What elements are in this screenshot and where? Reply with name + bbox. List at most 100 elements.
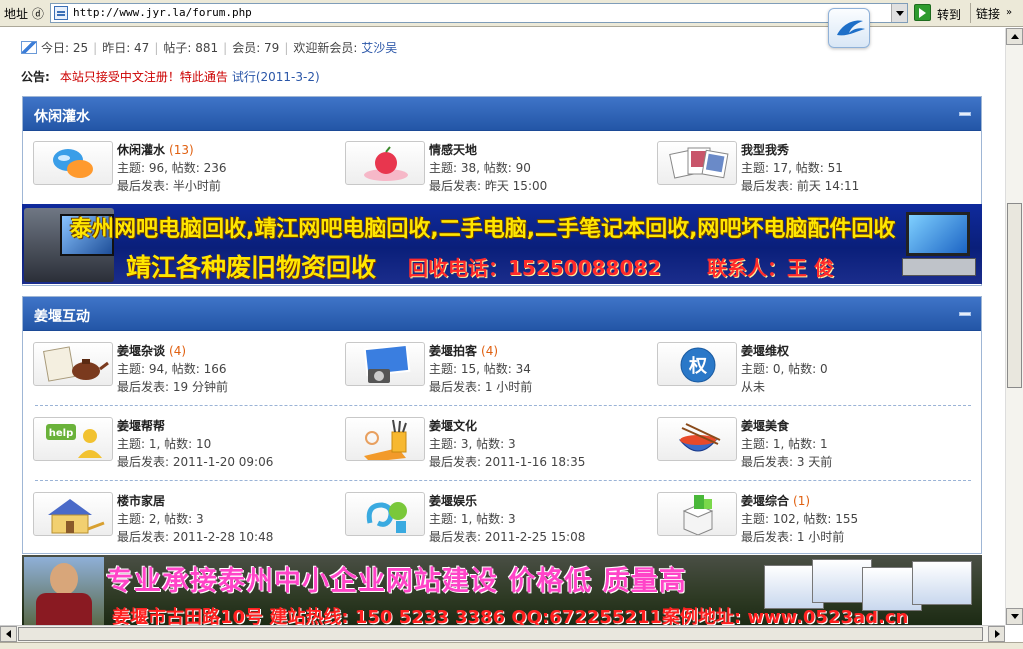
- camera-icon[interactable]: [345, 342, 425, 386]
- svg-text:权: 权: [688, 355, 708, 377]
- announcement: 公告: 本站只接受中文注册！特此通告 试行(2011-3-2): [21, 68, 320, 85]
- forum-last-post: 最后发表: 半小时前: [117, 179, 221, 193]
- forum-name[interactable]: 姜堰拍客 (4): [429, 342, 498, 359]
- forum-name[interactable]: 休闲灌水 (13): [117, 141, 194, 158]
- forum-stats: 主题: 38, 帖数: 90: [429, 161, 531, 175]
- forum-stats: 主题: 94, 帖数: 166: [117, 362, 227, 376]
- forum-name[interactable]: 姜堰美食: [741, 417, 793, 434]
- forum-item[interactable]: 情感天地 主题: 38, 帖数: 90 最后发表: 昨天 15:00: [345, 139, 645, 199]
- forum-stats: 主题: 2, 帖数: 3: [117, 512, 204, 526]
- banner-headline: 专业承接泰州中小企业网站建设 价格低 质量高: [106, 566, 687, 597]
- forum-name[interactable]: 姜堰文化: [429, 417, 481, 434]
- forum-item[interactable]: 权 姜堰维权 主题: 0, 帖数: 0 从未: [657, 340, 957, 400]
- box-icon[interactable]: [657, 492, 737, 536]
- collapse-icon[interactable]: [959, 112, 971, 116]
- forum-name[interactable]: 姜堰维权: [741, 342, 793, 359]
- scroll-right-button[interactable]: [988, 626, 1005, 642]
- new-count: (1): [793, 494, 811, 508]
- floating-logo-icon[interactable]: [828, 8, 870, 48]
- forum-stats: 主题: 96, 帖数: 236: [117, 161, 227, 175]
- forum-name[interactable]: 情感天地: [429, 141, 481, 158]
- section-header: 姜堰互动: [23, 297, 981, 331]
- forum-last-post: 最后发表: 2011-2-28 10:48: [117, 530, 274, 544]
- links-button[interactable]: 链接: [976, 5, 1000, 22]
- forum-last-post: 从未: [741, 380, 766, 394]
- music-icon[interactable]: [345, 492, 425, 536]
- teapot-icon[interactable]: [33, 342, 113, 386]
- stats-chart-icon: [21, 41, 37, 54]
- row-divider: [35, 480, 971, 481]
- forum-name[interactable]: 姜堰杂谈 (4): [117, 342, 186, 359]
- forum-last-post: 最后发表: 2011-1-20 09:06: [117, 455, 274, 469]
- chevron-right-icon[interactable]: »: [1006, 7, 1012, 18]
- status-bar: [0, 642, 1023, 649]
- forum-last-post: 最后发表: 前天 14:11: [741, 179, 860, 193]
- forum-last-post: 最后发表: 1 小时前: [429, 380, 533, 394]
- scroll-up-button[interactable]: [1006, 28, 1023, 45]
- forum-item[interactable]: 姜堰综合 (1) 主题: 102, 帖数: 155 最后发表: 1 小时前: [657, 490, 957, 550]
- food-bowl-icon[interactable]: [657, 417, 737, 461]
- pens-icon[interactable]: [345, 417, 425, 461]
- svg-text:help: help: [49, 428, 74, 439]
- person-photo: [24, 557, 104, 625]
- forum-last-post: 最后发表: 昨天 15:00: [429, 179, 548, 193]
- horizontal-scroll-thumb[interactable]: [18, 627, 983, 641]
- new-count: (13): [169, 143, 194, 157]
- forum-item[interactable]: 我型我秀 主题: 17, 帖数: 51 最后发表: 前天 14:11: [657, 139, 957, 199]
- forum-item[interactable]: 姜堰杂谈 (4) 主题: 94, 帖数: 166 最后发表: 19 分钟前: [33, 340, 333, 400]
- announcement-date-link[interactable]: 试行(2011-3-2): [232, 70, 320, 84]
- banner-contact: 联系人：王 俊: [707, 256, 834, 280]
- rights-icon[interactable]: 权: [657, 342, 737, 386]
- forum-item[interactable]: 姜堰文化 主题: 3, 帖数: 3 最后发表: 2011-1-16 18:35: [345, 415, 645, 475]
- heart-apple-icon[interactable]: [345, 141, 425, 185]
- section-header: 休闲灌水: [23, 97, 981, 131]
- chat-bubbles-icon[interactable]: [33, 141, 113, 185]
- forum-name[interactable]: 姜堰综合 (1): [741, 492, 810, 509]
- forum-item[interactable]: 姜堰娱乐 主题: 1, 帖数: 3 最后发表: 2011-2-25 15:08: [345, 490, 645, 550]
- page-icon: [54, 6, 68, 20]
- go-button[interactable]: 转到: [914, 3, 968, 23]
- new-member-link[interactable]: 艾沙吴: [361, 41, 397, 55]
- forum-last-post: 最后发表: 1 小时前: [741, 530, 845, 544]
- stat-posts: 帖子: 881: [163, 41, 219, 55]
- banner-subline: 靖江各种废旧物资回收: [126, 253, 377, 282]
- help-icon[interactable]: help: [33, 417, 113, 461]
- go-arrow-icon[interactable]: [914, 4, 931, 21]
- address-label: 地址 ⓓ: [4, 7, 44, 21]
- forum-stats: 今日: 25 | 昨日: 47 | 帖子: 881 | 会员: 79 | 欢迎新会员: 艾沙吴: [21, 39, 397, 55]
- forum-item[interactable]: 姜堰拍客 (4) 主题: 15, 帖数: 34 最后发表: 1 小时前: [345, 340, 645, 400]
- forum-name[interactable]: 我型我秀: [741, 141, 793, 158]
- forum-stats: 主题: 17, 帖数: 51: [741, 161, 843, 175]
- forum-name[interactable]: 姜堰帮帮: [117, 417, 169, 434]
- banner-headline: 泰州网吧电脑回收,靖江网吧电脑回收,二手电脑,二手笔记本回收,网吧坏电脑配件回收: [70, 217, 896, 242]
- url-dropdown-button[interactable]: [891, 4, 907, 22]
- row-divider: [35, 405, 971, 406]
- bird-logo-icon: [837, 20, 865, 36]
- forum-name[interactable]: 姜堰娱乐: [429, 492, 481, 509]
- house-icon[interactable]: [33, 492, 113, 536]
- forum-item[interactable]: 休闲灌水 (13) 主题: 96, 帖数: 236 最后发表: 半小时前: [33, 139, 333, 199]
- vertical-scrollbar[interactable]: [1005, 28, 1023, 625]
- go-label[interactable]: 转到: [937, 6, 961, 23]
- forum-stats: 主题: 102, 帖数: 155: [741, 512, 859, 526]
- stat-members: 会员: 79: [232, 41, 280, 55]
- url-input[interactable]: http://www.jyr.la/forum.php: [50, 3, 908, 23]
- announcement-link[interactable]: 本站只接受中文注册！特此通告: [60, 70, 228, 84]
- forum-last-post: 最后发表: 2011-2-25 15:08: [429, 530, 586, 544]
- ad-banner-recycling[interactable]: 泰州网吧电脑回收,靖江网吧电脑回收,二手电脑,二手笔记本回收,网吧坏电脑配件回收…: [22, 204, 982, 284]
- forum-item[interactable]: 楼市家居 主题: 2, 帖数: 3 最后发表: 2011-2-28 10:48: [33, 490, 333, 550]
- collapse-icon[interactable]: [959, 312, 971, 316]
- forum-stats: 主题: 3, 帖数: 3: [429, 437, 516, 451]
- forum-item[interactable]: help 姜堰帮帮 主题: 1, 帖数: 10 最后发表: 2011-1-20 …: [33, 415, 333, 475]
- url-text[interactable]: http://www.jyr.la/forum.php: [73, 6, 252, 19]
- announcement-label: 公告:: [21, 70, 50, 84]
- photos-icon[interactable]: [657, 141, 737, 185]
- ad-banner-website[interactable]: 专业承接泰州中小企业网站建设 价格低 质量高 姜堰市古田路10号 建站热线: 1…: [22, 555, 982, 625]
- horizontal-scrollbar[interactable]: [0, 625, 1005, 642]
- scroll-down-button[interactable]: [1006, 608, 1023, 625]
- forum-name[interactable]: 楼市家居: [117, 492, 169, 509]
- vertical-scroll-thumb[interactable]: [1007, 203, 1022, 388]
- forum-item[interactable]: 姜堰美食 主题: 1, 帖数: 1 最后发表: 3 天前: [657, 415, 957, 475]
- forum-stats: 主题: 1, 帖数: 1: [741, 437, 828, 451]
- scroll-left-button[interactable]: [0, 626, 17, 642]
